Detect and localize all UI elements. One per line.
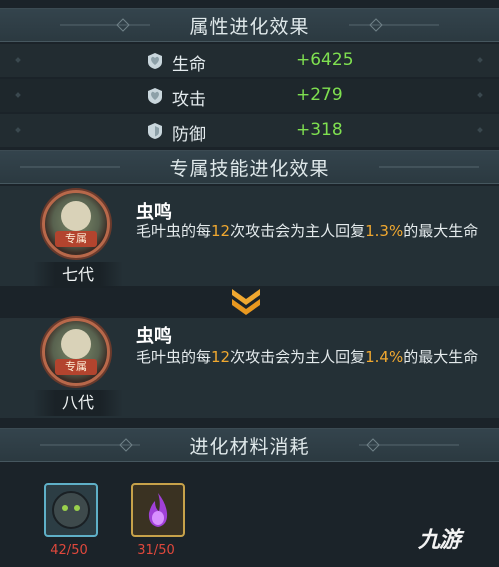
- defense-shield-icon: [148, 123, 162, 139]
- attr-label: 生命: [172, 55, 206, 75]
- skill-description: 毛叶虫的每12次攻击会为主人回复1.3%的最大生命: [136, 222, 479, 240]
- material-count: 42/50: [50, 543, 88, 558]
- skill-description: 毛叶虫的每12次攻击会为主人回复1.4%的最大生命: [136, 348, 479, 366]
- exclusive-ribbon: 专属: [55, 231, 97, 247]
- generation-label: 七代: [33, 262, 123, 288]
- evolve-arrow-icon: [232, 289, 260, 315]
- purple-flame-icon: [148, 493, 168, 527]
- exclusive-ribbon: 专属: [55, 359, 97, 375]
- skill-section-header: 专属技能进化效果: [0, 150, 499, 184]
- attr-section-title: 属性进化效果: [189, 15, 310, 38]
- materials-section-title: 进化材料消耗: [189, 435, 310, 458]
- material-count: 31/50: [137, 543, 175, 558]
- watermark: 九游: [418, 528, 461, 553]
- attr-value: +6425: [296, 50, 354, 70]
- materials-section-header: 进化材料消耗: [0, 428, 499, 462]
- skill-card-before: 专属 七代 虫鸣 毛叶虫的每12次攻击会为主人回复1.3%的最大生命: [0, 186, 499, 288]
- skill-badge: 专属: [42, 318, 110, 386]
- skill-section-title: 专属技能进化效果: [169, 157, 330, 180]
- skill-name: 虫鸣: [136, 326, 172, 347]
- attr-value: +318: [296, 120, 343, 140]
- bug-portrait-icon: [61, 201, 91, 231]
- generation-label: 八代: [33, 390, 123, 416]
- skill-badge: 专属: [42, 190, 110, 258]
- material-slot-1[interactable]: [44, 483, 98, 537]
- attr-label: 攻击: [172, 90, 206, 110]
- bug-portrait-icon: [61, 329, 91, 359]
- material-slot-2[interactable]: [131, 483, 185, 537]
- attr-value: +279: [296, 85, 343, 105]
- attr-row-hp: 生命 +6425: [0, 44, 499, 77]
- attr-row-attack: 攻击 +279: [0, 79, 499, 112]
- skill-card-after: 专属 八代 虫鸣 毛叶虫的每12次攻击会为主人回复1.4%的最大生命: [0, 318, 499, 418]
- attr-label: 防御: [172, 125, 206, 145]
- attr-section-header: 属性进化效果: [0, 8, 499, 42]
- heart-shield-icon: [148, 53, 162, 69]
- shadow-beast-icon: [52, 491, 90, 529]
- attr-row-defense: 防御 +318: [0, 114, 499, 147]
- attack-shield-icon: [148, 88, 162, 104]
